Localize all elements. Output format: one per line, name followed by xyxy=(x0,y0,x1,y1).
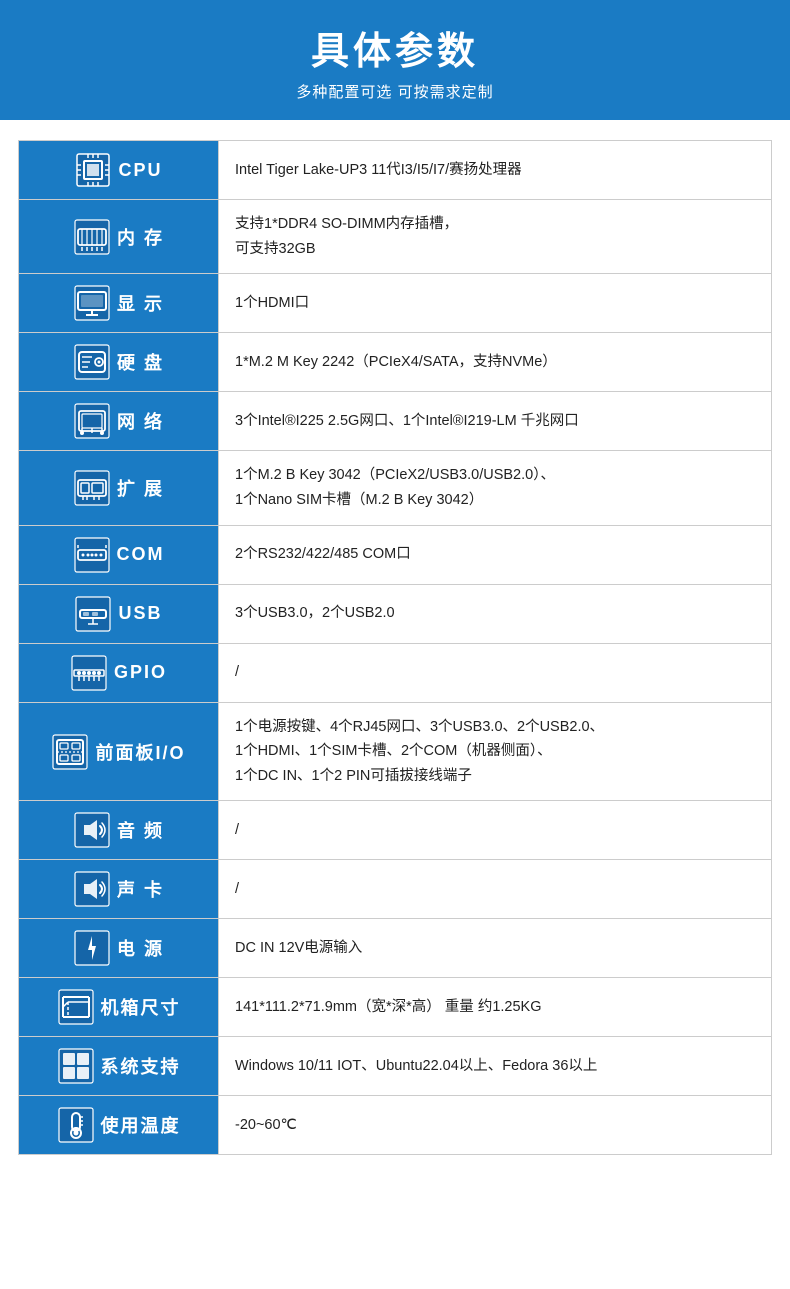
spec-table: CPU Intel Tiger Lake-UP3 11代I3/I5/I7/赛扬处理… xyxy=(18,140,772,1155)
label-cell-hdd: 硬 盘 xyxy=(19,333,219,392)
value-cell-audio: / xyxy=(219,801,772,860)
label-text-expansion: 扩 展 xyxy=(117,475,164,501)
memory-icon xyxy=(73,218,111,256)
header: 具体参数 多种配置可选 可按需求定制 xyxy=(0,0,790,120)
label-cell-power: 电 源 xyxy=(19,919,219,978)
table-row: 扩 展 1个M.2 B Key 3042（PCIeX2/USB3.0/USB2.0… xyxy=(19,451,772,525)
label-cell-gpio: GPIO xyxy=(19,643,219,702)
label-cell-memory: 内 存 xyxy=(19,200,219,274)
label-cell-network: 网 络 xyxy=(19,392,219,451)
table-row: 音 频 / xyxy=(19,801,772,860)
label-cell-com: COM xyxy=(19,525,219,584)
label-cell-soundcard: 声 卡 xyxy=(19,860,219,919)
value-cell-usb: 3个USB3.0，2个USB2.0 xyxy=(219,584,772,643)
value-cell-network: 3个Intel®I225 2.5G网口、1个Intel®I219-LM 千兆网口 xyxy=(219,392,772,451)
table-row: GPIO / xyxy=(19,643,772,702)
value-cell-cpu: Intel Tiger Lake-UP3 11代I3/I5/I7/赛扬处理器 xyxy=(219,141,772,200)
power-icon xyxy=(73,929,111,967)
frontio-icon xyxy=(51,733,89,771)
value-cell-gpio: / xyxy=(219,643,772,702)
expansion-icon xyxy=(73,469,111,507)
label-text-frontio: 前面板I/O xyxy=(95,739,185,765)
value-cell-soundcard: / xyxy=(219,860,772,919)
label-cell-display: 显 示 xyxy=(19,274,219,333)
label-text-soundcard: 声 卡 xyxy=(117,876,164,902)
table-row: 显 示 1个HDMI口 xyxy=(19,274,772,333)
audio-icon xyxy=(73,811,111,849)
table-row: 电 源 DC IN 12V电源输入 xyxy=(19,919,772,978)
network-icon xyxy=(73,402,111,440)
value-cell-os: Windows 10/11 IOT、Ubuntu22.04以上、Fedora 3… xyxy=(219,1037,772,1096)
value-cell-temp: -20~60℃ xyxy=(219,1096,772,1155)
table-row: 硬 盘 1*M.2 M Key 2242（PCIeX4/SATA，支持NVMe） xyxy=(19,333,772,392)
table-row: 内 存 支持1*DDR4 SO-DIMM内存插槽，可支持32GB xyxy=(19,200,772,274)
table-row: 机箱尺寸 141*111.2*71.9mm（宽*深*高） 重量 约1.25KG xyxy=(19,978,772,1037)
label-cell-casesize: 机箱尺寸 xyxy=(19,978,219,1037)
label-text-display: 显 示 xyxy=(117,290,164,316)
label-text-gpio: GPIO xyxy=(114,662,167,683)
table-row: USB 3个USB3.0，2个USB2.0 xyxy=(19,584,772,643)
value-cell-com: 2个RS232/422/485 COM口 xyxy=(219,525,772,584)
cpu-icon xyxy=(74,151,112,189)
label-text-com: COM xyxy=(117,544,165,565)
page-subtitle: 多种配置可选 可按需求定制 xyxy=(10,81,780,102)
table-row: COM 2个RS232/422/485 COM口 xyxy=(19,525,772,584)
label-text-casesize: 机箱尺寸 xyxy=(101,994,181,1020)
label-cell-cpu: CPU xyxy=(19,141,219,200)
os-icon xyxy=(57,1047,95,1085)
label-text-power: 电 源 xyxy=(117,935,164,961)
value-cell-frontio: 1个电源按键、4个RJ45网口、3个USB3.0、2个USB2.0、1个HDMI… xyxy=(219,702,772,801)
hdd-icon xyxy=(73,343,111,381)
label-text-hdd: 硬 盘 xyxy=(117,349,164,375)
table-row: 声 卡 / xyxy=(19,860,772,919)
value-cell-display: 1个HDMI口 xyxy=(219,274,772,333)
page-title: 具体参数 xyxy=(10,20,780,75)
value-cell-hdd: 1*M.2 M Key 2242（PCIeX4/SATA，支持NVMe） xyxy=(219,333,772,392)
label-cell-expansion: 扩 展 xyxy=(19,451,219,525)
label-cell-frontio: 前面板I/O xyxy=(19,702,219,801)
label-text-temp: 使用温度 xyxy=(101,1112,181,1138)
table-row: 系统支持 Windows 10/11 IOT、Ubuntu22.04以上、Fedo… xyxy=(19,1037,772,1096)
label-text-usb: USB xyxy=(118,603,162,624)
gpio-icon xyxy=(70,654,108,692)
label-text-memory: 内 存 xyxy=(117,224,164,250)
casesize-icon xyxy=(57,988,95,1026)
main-content: CPU Intel Tiger Lake-UP3 11代I3/I5/I7/赛扬处理… xyxy=(0,120,790,1175)
table-row: CPU Intel Tiger Lake-UP3 11代I3/I5/I7/赛扬处理… xyxy=(19,141,772,200)
label-text-audio: 音 频 xyxy=(117,817,164,843)
value-cell-memory: 支持1*DDR4 SO-DIMM内存插槽，可支持32GB xyxy=(219,200,772,274)
temp-icon xyxy=(57,1106,95,1144)
label-cell-temp: 使用温度 xyxy=(19,1096,219,1155)
table-row: 网 络 3个Intel®I225 2.5G网口、1个Intel®I219-LM 千… xyxy=(19,392,772,451)
table-row: 前面板I/O 1个电源按键、4个RJ45网口、3个USB3.0、2个USB2.0、… xyxy=(19,702,772,801)
com-icon xyxy=(73,536,111,574)
label-cell-os: 系统支持 xyxy=(19,1037,219,1096)
label-text-network: 网 络 xyxy=(117,408,164,434)
label-cell-usb: USB xyxy=(19,584,219,643)
usb-icon xyxy=(74,595,112,633)
label-text-cpu: CPU xyxy=(118,160,162,181)
value-cell-casesize: 141*111.2*71.9mm（宽*深*高） 重量 约1.25KG xyxy=(219,978,772,1037)
label-text-os: 系统支持 xyxy=(101,1053,181,1079)
label-cell-audio: 音 频 xyxy=(19,801,219,860)
soundcard-icon xyxy=(73,870,111,908)
display-icon xyxy=(73,284,111,322)
table-row: 使用温度 -20~60℃ xyxy=(19,1096,772,1155)
value-cell-power: DC IN 12V电源输入 xyxy=(219,919,772,978)
value-cell-expansion: 1个M.2 B Key 3042（PCIeX2/USB3.0/USB2.0）、1… xyxy=(219,451,772,525)
